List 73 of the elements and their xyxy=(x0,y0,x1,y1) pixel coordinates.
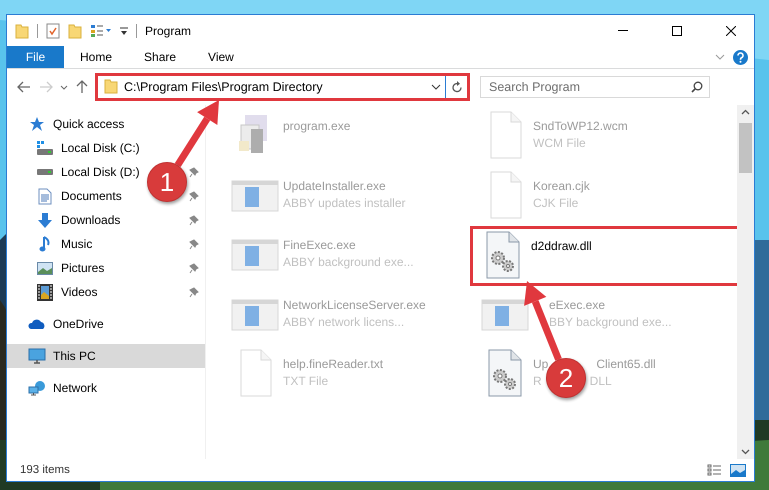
sidebar-item[interactable]: Music xyxy=(35,236,92,252)
address-path: C:\Program Files\Program Directory xyxy=(124,80,324,94)
item-count: 193 items xyxy=(20,464,70,476)
up-arrow-icon xyxy=(76,80,88,94)
caret-icon xyxy=(60,84,68,90)
file-type: BBY background exe... xyxy=(549,314,672,328)
pin-icon[interactable] xyxy=(189,238,199,250)
details-view-icon[interactable] xyxy=(707,464,722,476)
film-icon xyxy=(37,284,53,300)
pin-icon[interactable] xyxy=(189,214,199,226)
sidebar-item[interactable]: Local Disk (D:) xyxy=(35,165,140,179)
pin-icon[interactable] xyxy=(189,286,199,298)
chevron-icon[interactable] xyxy=(715,54,725,60)
scroll-up-icon[interactable] xyxy=(741,109,750,115)
download-icon xyxy=(37,212,53,228)
forward-arrow-icon xyxy=(39,81,53,93)
file-type: ABBY updates installer xyxy=(283,196,406,210)
music-note-icon xyxy=(39,236,51,252)
refresh-icon xyxy=(450,80,462,94)
chevron-icon xyxy=(431,84,441,90)
scroll-down-icon[interactable] xyxy=(741,449,750,455)
document-icon xyxy=(38,188,52,204)
large-icons-view-icon[interactable] xyxy=(730,464,746,476)
drive-icon xyxy=(36,140,54,156)
pin-icon[interactable] xyxy=(189,190,199,202)
ribbon-tab[interactable]: View xyxy=(192,46,250,68)
search-box[interactable]: Search Program xyxy=(480,76,710,98)
sidebar-item[interactable]: Downloads xyxy=(35,212,120,228)
caret-icon[interactable] xyxy=(120,26,128,36)
new-folder-icon[interactable] xyxy=(68,22,82,38)
sidebar-item[interactable]: Pictures xyxy=(35,261,104,275)
file-type: ABBY background exe... xyxy=(283,255,414,269)
folder-icon[interactable] xyxy=(104,78,118,94)
callout-arrow xyxy=(174,100,219,167)
file-type: DLL xyxy=(590,374,612,388)
search-icon xyxy=(691,81,703,93)
file-type: R xyxy=(533,374,542,388)
sidebar-item[interactable]: Local Disk (C:) xyxy=(35,140,140,156)
file-name: Client65.dll xyxy=(596,357,656,371)
star-icon xyxy=(29,116,45,132)
quick-access-toolbar-icon[interactable] xyxy=(90,24,112,38)
file-type: ABBY network licens... xyxy=(283,314,404,328)
pin-icon[interactable] xyxy=(189,166,199,178)
sidebar-item[interactable]: OneDrive xyxy=(27,317,104,331)
cloud-icon xyxy=(28,318,46,330)
back-arrow-icon xyxy=(17,81,31,93)
sidebar-item[interactable]: Quick access xyxy=(27,116,124,132)
scrollbar-thumb[interactable] xyxy=(739,123,752,173)
file-type: WCM File xyxy=(533,136,586,150)
scrollbar[interactable] xyxy=(737,105,754,459)
sidebar-item[interactable]: Videos xyxy=(35,284,98,300)
minimize-icon xyxy=(618,30,628,31)
file-name[interactable]: d2ddraw.dll xyxy=(531,239,592,253)
window-title: Program xyxy=(145,24,192,38)
picture-icon xyxy=(37,262,53,274)
search-field[interactable]: Search Program xyxy=(487,79,691,95)
pin-icon[interactable] xyxy=(189,262,199,274)
drive-icon xyxy=(36,168,54,176)
file-type: TXT File xyxy=(283,374,328,388)
computer-icon xyxy=(28,348,46,364)
address-bar[interactable]: C:\Program Files\Program Directory xyxy=(95,73,470,101)
file-type: CJK File xyxy=(533,196,578,210)
ribbon-tab[interactable]: File xyxy=(7,46,64,68)
sidebar-item[interactable]: Documents xyxy=(35,188,122,204)
help-icon[interactable] xyxy=(733,50,748,64)
ribbon-tab[interactable]: Home xyxy=(64,46,128,68)
close-icon xyxy=(726,26,736,36)
folder-icon[interactable] xyxy=(15,22,29,38)
ribbon-tab[interactable]: Share xyxy=(128,46,192,68)
sidebar-item[interactable]: Network xyxy=(27,380,98,396)
network-icon xyxy=(28,380,46,396)
properties-icon[interactable] xyxy=(46,22,60,38)
maximize-icon xyxy=(672,26,682,36)
